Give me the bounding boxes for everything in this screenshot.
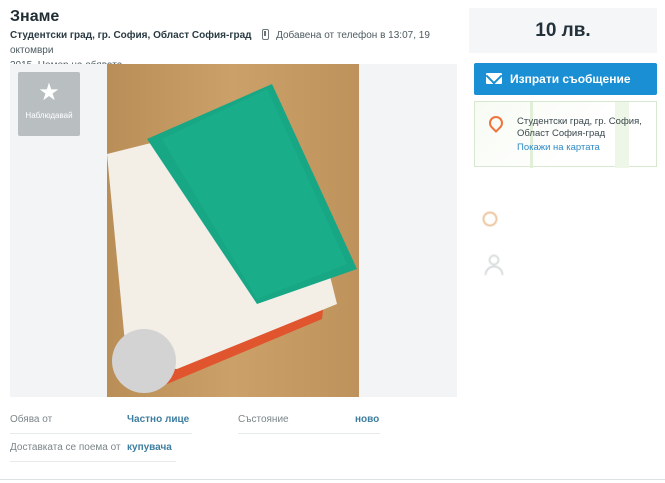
divider: [0, 479, 665, 480]
favorite-icon: [483, 212, 497, 226]
detail-value-link[interactable]: ново: [355, 414, 379, 425]
envelope-icon: [486, 73, 502, 84]
star-icon: ★: [38, 79, 60, 106]
detail-condition: Състояние ново: [238, 410, 380, 434]
map-card[interactable]: Студентски град, гр. София, Област София…: [474, 101, 657, 168]
map-address-line: Студентски град, гр. София,: [517, 116, 642, 127]
detail-value-link[interactable]: купувача: [127, 442, 172, 453]
watch-label: Наблюдавай: [25, 111, 73, 120]
ad-title: Знаме: [10, 8, 60, 25]
user-icon: [483, 253, 505, 277]
show-on-map-link[interactable]: Покажи на картата: [517, 142, 600, 153]
detail-value-link[interactable]: Частно лице: [127, 414, 189, 425]
map-pin-icon: [486, 113, 506, 133]
send-message-label: Изпрати съобщение: [510, 72, 631, 86]
seller-avatar-placeholder: [112, 329, 176, 393]
detail-label: Състояние: [238, 414, 289, 425]
detail-label: Обява от: [10, 414, 53, 425]
map-address-line: Област София-град: [517, 128, 606, 139]
price: 10 лв.: [535, 20, 591, 41]
detail-offer-from: Обява от Частно лице: [10, 410, 192, 434]
watch-button[interactable]: ★ Наблюдавай: [18, 72, 80, 136]
phone-icon: [262, 29, 270, 40]
price-box: 10 лв.: [469, 8, 657, 53]
detail-label: Доставката се поема от: [10, 442, 121, 453]
photo-gallery[interactable]: ★ Наблюдавай: [10, 64, 457, 397]
ad-location[interactable]: Студентски град, гр. София, Област София…: [10, 30, 252, 41]
detail-delivery: Доставката се поема от купувача: [10, 438, 176, 462]
map-address: Студентски град, гр. София, Област София…: [517, 116, 642, 140]
send-message-button[interactable]: Изпрати съобщение: [474, 63, 657, 95]
